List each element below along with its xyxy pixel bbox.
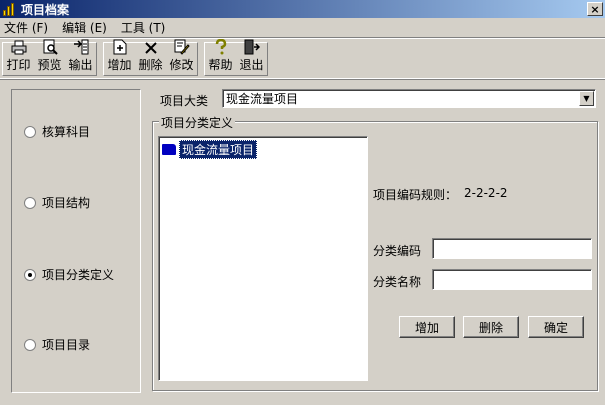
edit-pencil-icon [173,39,191,55]
delete-toolbar-button[interactable]: 删除 [135,41,166,75]
menu-tools[interactable]: 工具 (T) [121,19,166,36]
coding-rule-value: 2-2-2-2 [464,186,508,200]
category-name-label: 分类名称 [373,275,422,289]
preview-icon [41,39,59,55]
radio-button-checked-icon[interactable] [24,268,36,281]
menu-file[interactable]: 文件 (F) [4,19,48,36]
add-toolbar-label: 增加 [107,58,132,72]
major-class-select[interactable]: 现金流量项目 ▼ [222,89,596,108]
tree-node-label: 现金流量项目 [179,140,258,159]
print-label: 打印 [6,58,31,72]
delete-button-label: 删除 [478,320,503,335]
toolbar-group-misc: 帮助 退出 [204,39,268,76]
delete-x-icon [142,41,160,55]
folder-icon [162,144,176,155]
exit-label: 退出 [239,58,264,72]
new-document-icon [111,39,129,55]
window-title: 项目档案 [21,2,70,17]
help-button[interactable]: 帮助 [205,39,236,75]
radio-category-definition[interactable]: 项目分类定义 [24,266,114,283]
preview-button[interactable]: 预览 [34,39,65,75]
menu-bar: 文件 (F) 编辑 (E) 工具 (T) [0,18,605,37]
help-label: 帮助 [208,58,233,72]
toolbar-group-edit: 增加 删除 修改 [103,39,198,76]
add-button[interactable]: 增加 [399,316,455,338]
exit-button[interactable]: 退出 [236,39,267,75]
modify-toolbar-button[interactable]: 修改 [166,39,197,75]
radio-project-catalog[interactable]: 项目目录 [24,336,90,353]
radio-account-subject[interactable]: 核算科目 [24,123,90,140]
export-icon [72,39,90,55]
radio-button-icon[interactable] [24,125,36,138]
major-class-value: 现金流量项目 [226,92,299,106]
help-question-icon [212,39,230,55]
radio-account-subject-label: 核算科目 [42,125,91,139]
major-class-label: 项目大类 [160,94,209,108]
menu-edit[interactable]: 编辑 (E) [62,19,107,36]
category-code-input[interactable] [432,238,592,259]
confirm-button[interactable]: 确定 [528,316,584,338]
toolbar-group-output: 打印 预览 输出 [2,39,97,76]
toolbar: 打印 预览 输出 增加 删除 修改 帮助 退出 [0,37,605,79]
dropdown-arrow-icon[interactable]: ▼ [579,91,594,106]
preview-label: 预览 [37,58,62,72]
export-button[interactable]: 输出 [65,39,96,75]
add-toolbar-button[interactable]: 增加 [104,39,135,75]
tree-node-root[interactable]: 现金流量项目 [162,140,258,159]
export-label: 输出 [68,58,93,72]
radio-button-icon[interactable] [24,338,36,351]
printer-icon [10,40,28,55]
title-bar: 项目档案 × [0,0,605,18]
option-panel: 核算科目 项目结构 项目分类定义 项目目录 [11,89,141,393]
print-button[interactable]: 打印 [3,40,34,75]
radio-category-definition-label: 项目分类定义 [42,268,115,282]
exit-door-icon [243,39,261,55]
delete-button[interactable]: 删除 [463,316,519,338]
radio-project-structure[interactable]: 项目结构 [24,194,90,211]
category-name-input[interactable] [432,269,592,290]
confirm-button-label: 确定 [543,320,568,335]
radio-project-structure-label: 项目结构 [42,196,91,210]
modify-toolbar-label: 修改 [169,58,194,72]
close-icon: × [590,2,600,16]
delete-toolbar-label: 删除 [138,58,163,72]
coding-rule-label: 项目编码规则： [373,188,458,202]
close-button[interactable]: × [587,2,603,16]
category-tree[interactable]: 现金流量项目 [158,136,368,381]
group-title: 项目分类定义 [159,114,236,131]
radio-project-catalog-label: 项目目录 [42,338,91,352]
app-icon [3,2,17,16]
category-code-label: 分类编码 [373,244,422,258]
add-button-label: 增加 [414,320,439,335]
radio-button-icon[interactable] [24,196,36,209]
